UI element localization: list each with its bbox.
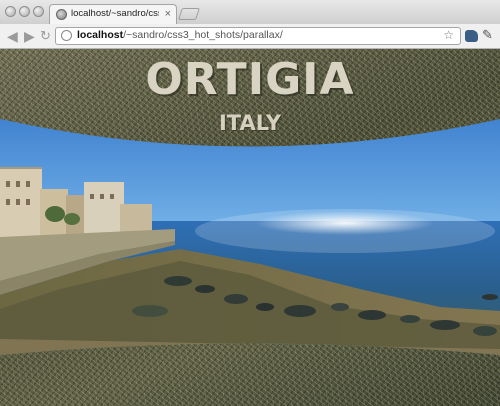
zoom-window-button[interactable] — [33, 6, 44, 17]
page-info-icon — [61, 30, 72, 41]
url-path: /~sandro/css3_hot_shots/parallax/ — [123, 29, 283, 41]
globe-icon — [56, 9, 67, 20]
new-tab-button[interactable] — [178, 8, 200, 20]
tab-parallax[interactable]: localhost/~sandro/css3_hot_ × — [49, 4, 177, 24]
tab-title: localhost/~sandro/css3_hot_ — [71, 8, 159, 19]
browser-window: localhost/~sandro/css3_hot_ × ◀ ▶ ↻ loca… — [0, 0, 500, 406]
page-subtitle: ITALY — [218, 111, 282, 135]
url-text: localhost/~sandro/css3_hot_shots/paralla… — [77, 29, 283, 41]
forward-arrow-icon[interactable]: ▶ — [24, 27, 35, 45]
wrench-icon[interactable]: ✎ — [482, 27, 493, 43]
close-window-button[interactable] — [5, 6, 16, 17]
browser-toolbar: ◀ ▶ ↻ localhost/~sandro/css3_hot_shots/p… — [0, 24, 500, 49]
address-bar[interactable]: localhost/~sandro/css3_hot_shots/paralla… — [55, 27, 461, 45]
extension-icon[interactable] — [465, 30, 478, 42]
url-host: localhost — [77, 29, 124, 41]
title-bar: localhost/~sandro/css3_hot_ × — [0, 0, 500, 25]
bookmark-star-icon[interactable]: ☆ — [443, 28, 454, 42]
reload-icon[interactable]: ↻ — [40, 27, 51, 45]
page-title: ORTIGIA — [145, 54, 355, 105]
back-arrow-icon[interactable]: ◀ — [7, 27, 18, 45]
minimize-window-button[interactable] — [19, 6, 30, 17]
page-content: ORTIGIA ITALY — [0, 49, 500, 406]
close-tab-icon[interactable]: × — [165, 7, 171, 21]
